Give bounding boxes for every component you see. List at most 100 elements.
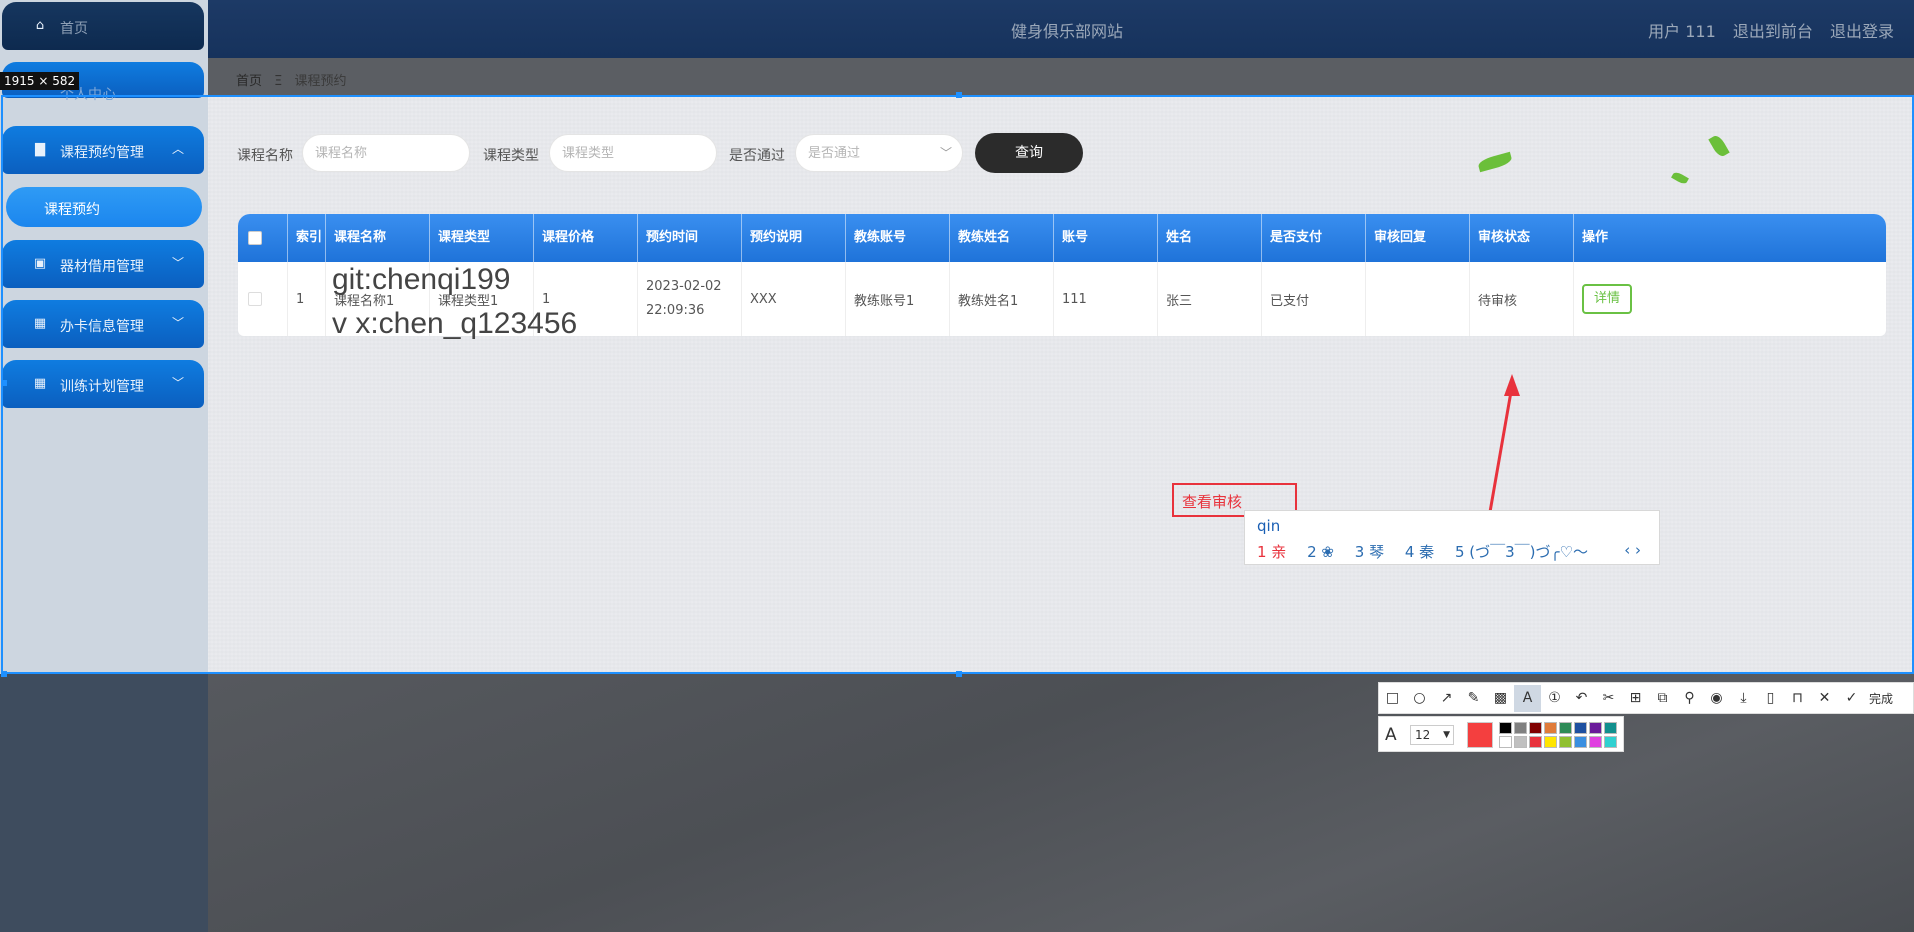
sidebar-item-booking-management[interactable]: ▇ 课程预约管理 ︿ [2,126,204,174]
ime-candidate[interactable]: 4 秦 [1405,543,1434,561]
color-swatch[interactable] [1514,722,1527,734]
rect-icon[interactable]: □ [1379,685,1406,712]
header-cell: 索引 [288,214,326,262]
color-swatch[interactable] [1499,735,1512,748]
circle-icon[interactable]: ○ [1406,685,1433,712]
sidebar-item-equipment[interactable]: ▣ 器材借用管理 ﹀ [2,240,204,288]
ime-candidate[interactable]: 5 (づ￣3￣)づ╭♡～ [1455,543,1588,561]
sidebar-item-home[interactable]: ⌂ 首页 [2,2,204,50]
color-swatch[interactable] [1574,722,1587,734]
header-cell: 课程价格 [534,214,638,262]
color-swatch[interactable] [1529,735,1542,748]
color-swatch[interactable] [1544,722,1557,734]
sidebar-item-training-plan[interactable]: ▦ 训练计划管理 ﹀ [2,360,204,408]
color-swatch[interactable] [1514,735,1527,748]
leaf-decoration [1477,151,1513,173]
color-swatch[interactable] [1604,722,1617,734]
resize-handle[interactable] [956,671,962,677]
current-color-swatch[interactable] [1467,722,1493,748]
color-swatch[interactable] [1589,735,1602,748]
resize-handle[interactable] [1,671,7,677]
passed-select[interactable] [795,134,963,172]
watermark: git:chenqi199 v x:chen_q123456 [332,258,577,346]
sidebar-item-card-info[interactable]: ▦ 办卡信息管理 ﹀ [2,300,204,348]
mosaic-icon[interactable]: ▩ [1487,685,1514,712]
check-icon[interactable]: ✓ [1838,685,1865,712]
crop-icon[interactable]: ✂ [1595,685,1622,712]
chevron-down-icon: ﹀ [171,256,184,270]
ime-candidate[interactable]: 2 ❀ [1307,543,1334,561]
color-swatch[interactable] [1559,722,1572,734]
color-swatch[interactable] [1604,735,1617,748]
phone-icon[interactable]: ▯ [1757,685,1784,712]
watermark-line: v x:chen_q123456 [332,307,578,340]
font-icon: A [1385,725,1397,745]
done-button[interactable]: 完成 [1869,690,1893,707]
cell-name: 张三 [1158,262,1262,336]
leaf-decoration [1708,133,1730,159]
download-icon[interactable]: ⤓ [1730,685,1757,712]
annotation-arrow[interactable] [1460,372,1540,520]
ocr-icon[interactable]: ⊞ [1622,685,1649,712]
arrow-icon[interactable]: ↗ [1433,685,1460,712]
text-icon[interactable]: A [1514,684,1541,712]
text-style-toolbar: A 12 ▼ [1378,716,1624,752]
ime-candidates: 1 亲 2 ❀ 3 琴 4 秦 5 (づ￣3￣)づ╭♡～ [1257,541,1604,562]
chevron-up-icon: ︿ [171,142,184,156]
detail-button[interactable]: 详情 [1582,284,1632,314]
breadcrumb-home[interactable]: 首页 [236,74,262,89]
resize-handle[interactable] [956,92,962,98]
ime-page-nav[interactable]: ‹ › [1624,541,1641,559]
color-swatch[interactable] [1544,735,1557,748]
course-name-input[interactable] [302,134,470,172]
undo-icon[interactable]: ↶ [1568,685,1595,712]
sidebar-item-label: 器材借用管理 [60,259,144,275]
color-swatch[interactable] [1574,735,1587,748]
cell-paid: 已支付 [1262,262,1366,336]
header-cell: 课程名称 [326,214,430,262]
header-cell: 课程类型 [430,214,534,262]
ime-candidate[interactable]: 1 亲 [1257,543,1286,561]
row-select-cell[interactable] [238,262,288,336]
user-name: 用户 111 [1648,22,1716,41]
back-to-front-link[interactable]: 退出到前台 [1733,22,1813,41]
header-cell: 是否支付 [1262,214,1366,262]
bookmark-icon[interactable]: ⊓ [1784,685,1811,712]
content-area [208,96,1914,674]
course-type-input[interactable] [549,134,717,172]
annotation-text[interactable]: 查看审核 [1182,491,1242,512]
resize-handle[interactable] [1,380,7,386]
pin-icon[interactable]: ⚲ [1676,685,1703,712]
breadcrumb-current: 课程预约 [294,74,347,89]
home-icon: ⌂ [35,18,45,33]
number-icon[interactable]: ① [1541,685,1568,712]
pen-icon[interactable]: ✎ [1460,685,1487,712]
sidebar-item-label: 课程预约管理 [60,145,144,161]
select-all-checkbox[interactable] [248,231,262,245]
row-checkbox[interactable] [248,292,262,306]
header-select-all[interactable] [238,214,288,262]
sidebar-dimmed [0,674,208,932]
record-icon[interactable]: ◉ [1703,685,1730,712]
briefcase-icon: ▇ [35,142,45,157]
color-swatch[interactable] [1559,735,1572,748]
sidebar-subitem-booking[interactable]: 课程预约 [6,187,202,227]
color-swatch[interactable] [1529,722,1542,734]
query-button[interactable]: 查询 [975,133,1083,173]
cell-action: 详情 [1574,262,1886,336]
translate-icon[interactable]: ⧉ [1649,685,1676,712]
header-cell: 预约时间 [638,214,742,262]
booking-clock: 22:09:36 [646,303,705,318]
logout-link[interactable]: 退出登录 [1830,22,1894,41]
table-header: 索引 课程名称 课程类型 课程价格 预约时间 预约说明 教练账号 教练姓名 账号… [238,214,1886,262]
chevron-down-icon: ▼ [1443,730,1450,740]
close-icon[interactable]: ✕ [1811,685,1838,712]
ime-typed-text: qin [1257,517,1281,535]
color-swatch[interactable] [1499,722,1512,734]
ime-candidate[interactable]: 3 琴 [1355,543,1384,561]
cell-index: 1 [288,262,326,336]
header-cell: 教练姓名 [950,214,1054,262]
color-swatch[interactable] [1589,722,1602,734]
header-cell: 教练账号 [846,214,950,262]
font-size-select[interactable]: 12 ▼ [1410,725,1454,745]
